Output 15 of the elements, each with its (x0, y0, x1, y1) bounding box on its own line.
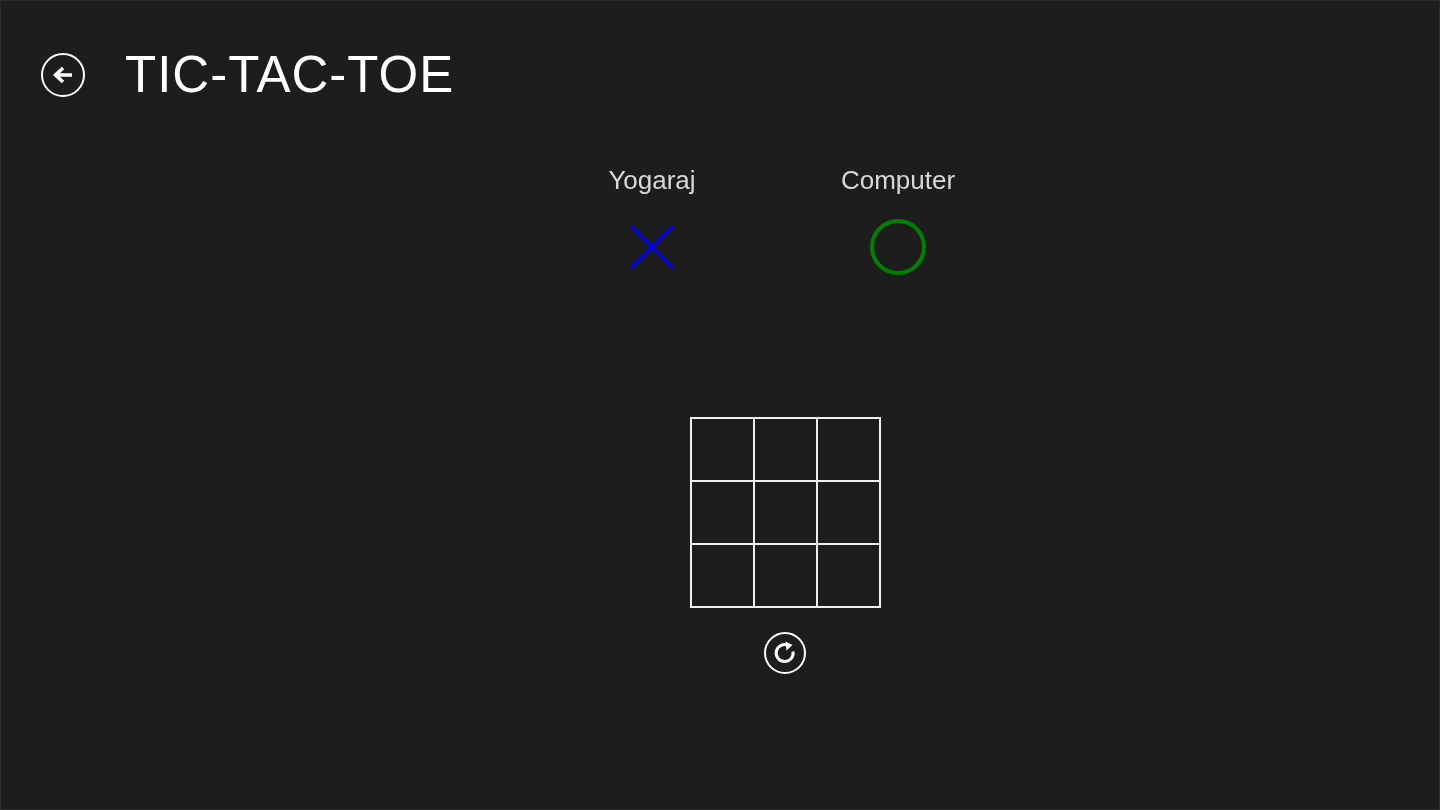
board-cell[interactable] (817, 545, 879, 606)
back-button[interactable] (41, 53, 85, 97)
player-name: Computer (840, 165, 956, 195)
refresh-icon (764, 632, 806, 674)
board-cell[interactable] (817, 419, 879, 480)
board-cell[interactable] (691, 482, 753, 543)
player-name: Yogaraj (608, 165, 696, 195)
board-cell[interactable] (754, 419, 816, 480)
board-cell[interactable] (754, 482, 816, 543)
board-cell[interactable] (817, 482, 879, 543)
board-cell[interactable] (691, 545, 753, 606)
app-title: TIC-TAC-TOE (125, 45, 455, 105)
restart-button[interactable] (764, 632, 806, 674)
board-cell[interactable] (754, 545, 816, 606)
board-cell[interactable] (691, 419, 753, 480)
